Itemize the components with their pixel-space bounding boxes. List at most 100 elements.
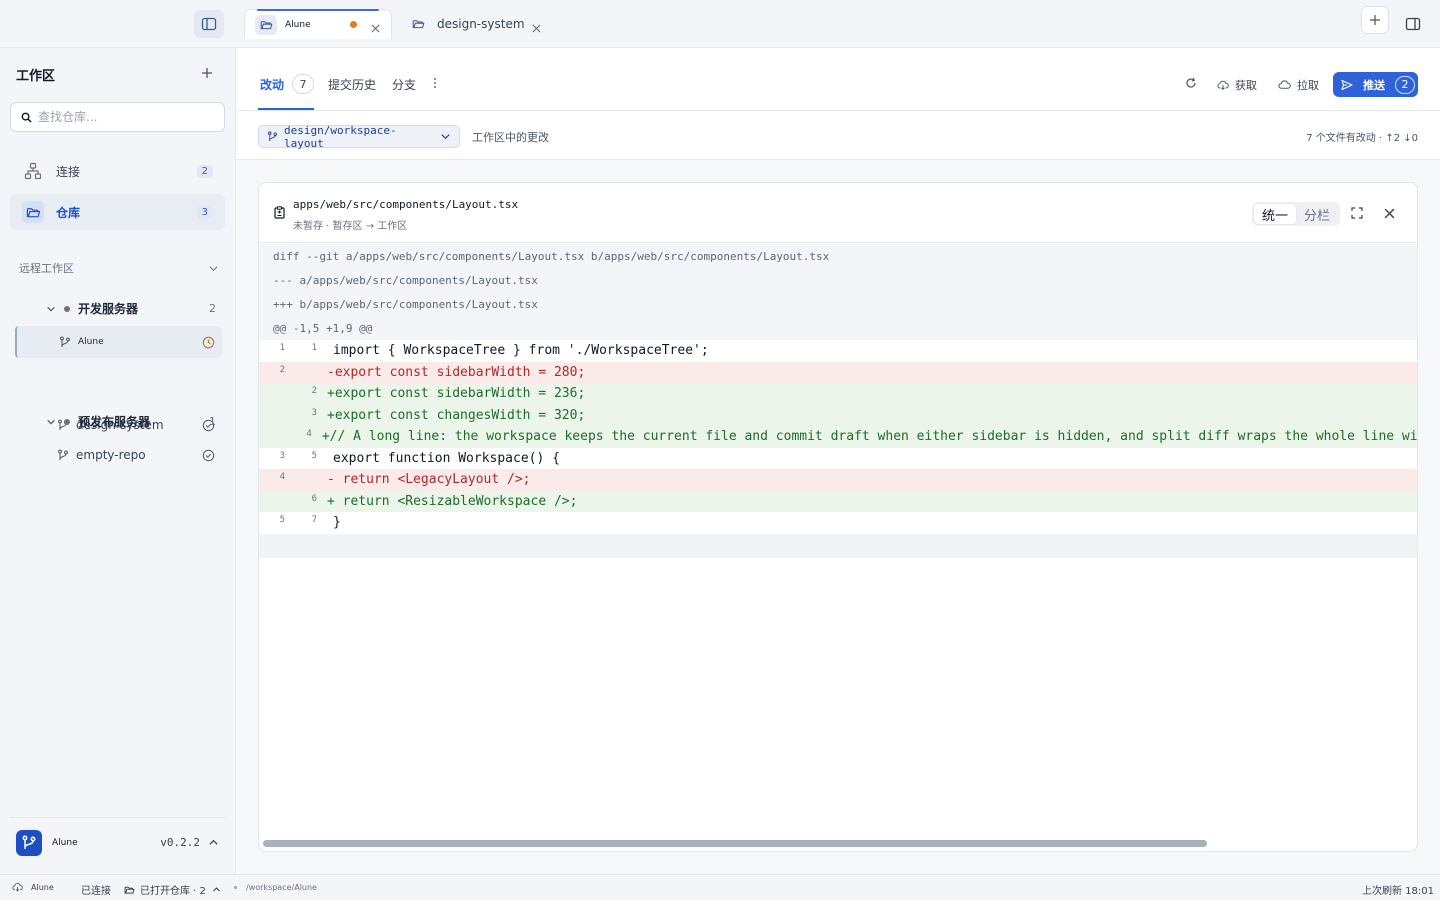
search-icon — [21, 112, 32, 123]
repo-search[interactable] — [10, 102, 225, 132]
search-input[interactable] — [38, 110, 208, 124]
server-count: 2 — [209, 302, 216, 315]
open-repos-status[interactable]: 已打开仓库 · 2 — [124, 882, 221, 897]
view-mode-toggle: 统一 分栏 — [1252, 202, 1341, 226]
horizontal-scrollbar[interactable] — [263, 840, 1207, 847]
add-workspace-button[interactable] — [199, 65, 215, 81]
diff-line-context: 5 7} — [259, 512, 1417, 534]
sidebar-right-icon — [1405, 17, 1421, 31]
toggle-sidebar-button[interactable] — [194, 10, 224, 38]
push-button[interactable]: 推送 2 — [1333, 72, 1418, 97]
sidebar-item-label: 仓库 — [56, 205, 81, 220]
sidebar-left-icon — [201, 17, 217, 31]
active-tab-indicator — [258, 108, 314, 110]
more-tabs-button[interactable] — [433, 77, 437, 89]
branch-name: design/workspace-layout — [284, 123, 397, 150]
fetch-button[interactable]: 获取 — [1217, 77, 1257, 93]
server-name: 开发服务器 — [78, 302, 139, 316]
pull-label: 拉取 — [1297, 79, 1319, 92]
tab-history[interactable]: 提交历史 — [328, 76, 376, 93]
main-toolbar: 改动 7 提交历史 分支 获取 拉取 推送 2 — [237, 48, 1440, 111]
diff-line-added: 2 +export const sidebarWidth = 236; — [259, 383, 1417, 405]
sidebar-item-repositories[interactable]: 仓库 3 — [10, 194, 225, 230]
folder-icon — [255, 14, 277, 35]
server-staging[interactable]: 预发布服务器 1 — [46, 413, 216, 430]
push-count-badge: 2 — [1395, 75, 1415, 94]
new-line-number: 3 — [311, 407, 317, 418]
close-icon[interactable] — [1381, 205, 1397, 221]
server-dev[interactable]: 开发服务器 2 — [46, 300, 216, 317]
section-title: 远程工作区 — [19, 262, 74, 275]
chevron-down-icon — [47, 419, 55, 424]
chevron-down-icon — [209, 265, 218, 271]
branch-description: 工作区中的更改 — [472, 131, 549, 144]
new-line-number: 5 — [311, 450, 317, 461]
line-code: +export const changesWidth = 320; — [327, 407, 586, 423]
file-stage-info: 未暂存 · 暂存区 → 工作区 — [293, 221, 408, 232]
line-code: import { WorkspaceTree } from './Workspa… — [333, 343, 709, 359]
connection-status: 已连接 — [81, 886, 111, 897]
diff-meta-line: +++ b/apps/web/src/components/Layout.tsx — [259, 292, 1417, 316]
tab-label: 分支 — [392, 78, 417, 92]
new-tab-button[interactable] — [1361, 6, 1389, 34]
host-name: Alune — [31, 882, 54, 892]
repo-item-alune[interactable]: Alune — [15, 326, 222, 358]
close-icon[interactable] — [530, 22, 542, 34]
repo-item-empty-repo[interactable]: empty-repo — [15, 439, 222, 471]
tab-changes[interactable]: 改动 7 — [260, 74, 315, 94]
diff-line-added: 3 +export const changesWidth = 320; — [259, 404, 1417, 426]
path-status: /workspace/Alune — [234, 883, 317, 892]
old-line-number: 4 — [279, 472, 285, 482]
tab-design-system[interactable]: design-system — [402, 9, 552, 39]
old-line-number — [259, 405, 289, 408]
old-line-number — [259, 426, 287, 429]
chevron-up-icon — [209, 839, 218, 845]
tab-label: Alune — [285, 19, 311, 30]
branch-selector[interactable]: design/workspace-layout — [258, 123, 460, 150]
separator-dot — [234, 886, 237, 889]
count-badge: 2 — [196, 164, 213, 178]
old-line-number — [259, 383, 289, 386]
view-unified-button[interactable]: 统一 — [1254, 204, 1297, 224]
close-icon[interactable] — [369, 23, 381, 35]
line-code: + return <ResizableWorkspace />; — [327, 493, 578, 509]
hunk-end — [259, 533, 1417, 558]
cloud-download-icon — [12, 883, 23, 892]
chevron-down-icon — [47, 306, 55, 311]
title-bar: Alune design-system — [0, 0, 1440, 48]
tab-branches[interactable]: 分支 — [392, 76, 416, 93]
sidebar-item-connections[interactable]: 连接 2 — [10, 153, 225, 189]
app-name: Alune — [52, 837, 78, 848]
line-code: } — [333, 515, 341, 531]
diff-meta-line: diff --git a/apps/web/src/components/Lay… — [259, 244, 1417, 268]
app-footer[interactable]: Alune v0.2.2 — [10, 817, 225, 867]
push-label: 推送 — [1363, 78, 1385, 92]
diff-line-removed: 4 - return <LegacyLayout />; — [259, 469, 1417, 491]
refresh-button[interactable] — [1185, 77, 1203, 89]
new-line-number — [289, 362, 321, 365]
remote-workspaces-header[interactable]: 远程工作区 — [19, 260, 219, 276]
view-split-button[interactable]: 分栏 — [1296, 204, 1338, 224]
line-code: -export const sidebarWidth = 280; — [327, 364, 586, 380]
changes-count-badge: 7 — [292, 74, 315, 94]
tab-alune[interactable]: Alune — [244, 9, 392, 39]
pull-button[interactable]: 拉取 — [1278, 77, 1319, 93]
file-diff-icon — [274, 206, 285, 222]
diff-viewer: apps/web/src/components/Layout.tsx 未暂存 ·… — [258, 182, 1418, 852]
plus-icon — [1370, 15, 1380, 25]
old-line-number — [259, 491, 289, 494]
host-status[interactable]: Alune — [12, 882, 54, 892]
tab-label: 改动 — [260, 77, 285, 92]
repo-name: empty-repo — [76, 448, 146, 462]
new-line-number: 4 — [306, 429, 312, 439]
cloud-download-icon — [1217, 80, 1229, 90]
new-line-number: 7 — [311, 515, 317, 525]
expand-icon[interactable] — [1349, 205, 1365, 221]
folder-icon — [412, 18, 425, 30]
file-path: apps/web/src/components/Layout.tsx — [293, 198, 519, 211]
repo-name: Alune — [78, 337, 104, 347]
toggle-right-panel-button[interactable] — [1400, 10, 1426, 38]
diff-header: apps/web/src/components/Layout.tsx 未暂存 ·… — [259, 183, 1417, 243]
new-line-number: 2 — [311, 386, 317, 396]
tab-label: design-system — [437, 17, 525, 31]
